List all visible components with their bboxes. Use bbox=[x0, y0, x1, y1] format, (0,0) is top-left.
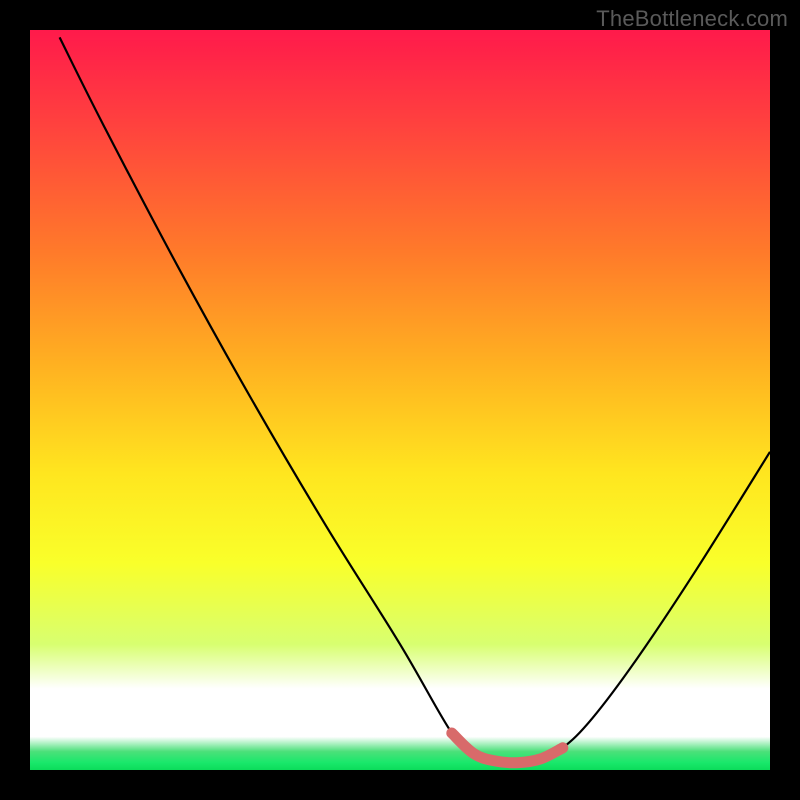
plot-background bbox=[30, 30, 770, 770]
frame-right bbox=[770, 0, 800, 800]
bottleneck-chart bbox=[0, 0, 800, 800]
frame-left bbox=[0, 0, 30, 800]
frame-bottom bbox=[0, 770, 800, 800]
watermark-text: TheBottleneck.com bbox=[596, 6, 788, 32]
